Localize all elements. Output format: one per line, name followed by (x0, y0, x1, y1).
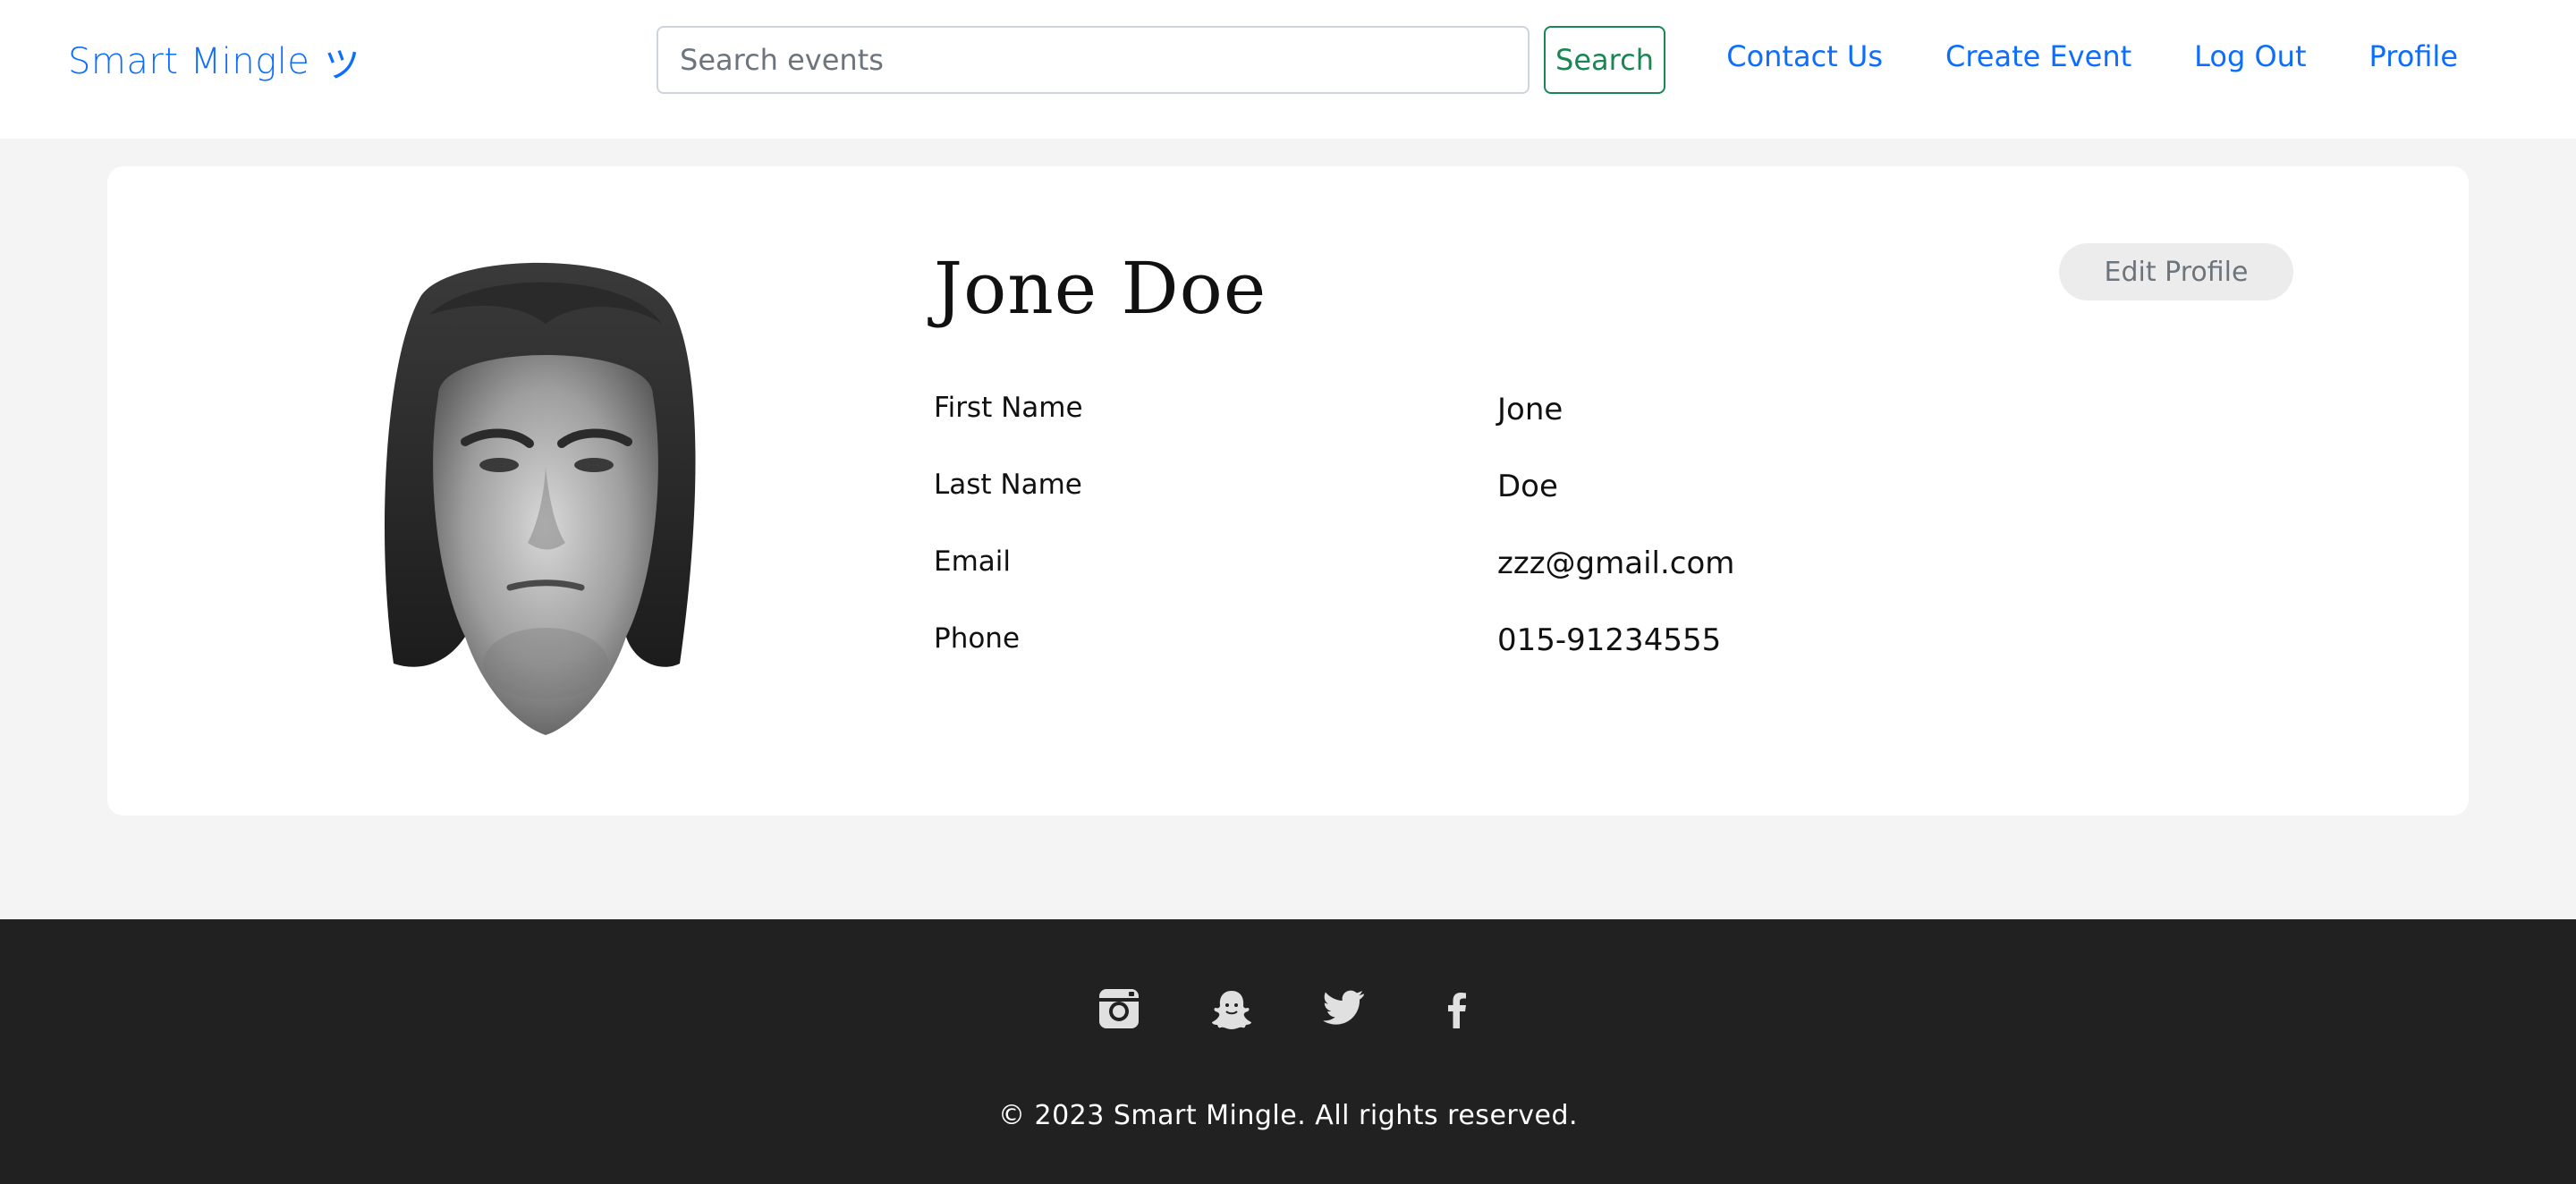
brand-name: Smart Mingle (68, 41, 310, 82)
navbar: Smart Mingle ツ Search Contact Us Create … (0, 0, 2576, 139)
nav-links: Contact Us Create Event Log Out Profile (1726, 39, 2458, 73)
profile-photo (385, 262, 696, 735)
last-name-label: Last Name (934, 469, 1082, 501)
search-input[interactable] (657, 26, 1530, 94)
phone-label: Phone (934, 622, 1021, 655)
search-button[interactable]: Search (1544, 26, 1665, 94)
email-label: Email (934, 545, 1012, 578)
social-links (0, 985, 2576, 1032)
brand-smile-icon: ツ (324, 45, 360, 86)
brand-link[interactable]: Smart Mingle ツ (68, 36, 360, 88)
nav-contact-us[interactable]: Contact Us (1726, 39, 1883, 73)
first-name-label: First Name (934, 392, 1083, 424)
nav-profile[interactable]: Profile (2369, 39, 2459, 73)
edit-profile-button[interactable]: Edit Profile (2059, 243, 2293, 300)
email-value: zzz@gmail.com (1497, 545, 1735, 581)
snapchat-icon[interactable] (1210, 985, 1253, 1032)
profile-name: Jone Doe (934, 247, 1267, 330)
copyright-text: © 2023 Smart Mingle. All rights reserved… (997, 1100, 1579, 1131)
facebook-icon[interactable] (1436, 985, 1479, 1032)
nav-create-event[interactable]: Create Event (1945, 39, 2131, 73)
first-name-value: Jone (1497, 392, 1563, 427)
instagram-icon[interactable] (1097, 985, 1140, 1032)
profile-card: Jone Doe Edit Profile First Name Jone La… (107, 166, 2469, 816)
footer: © 2023 Smart Mingle. All rights reserved… (0, 919, 2576, 1184)
phone-value: 015-91234555 (1497, 622, 1722, 658)
nav-log-out[interactable]: Log Out (2194, 39, 2306, 73)
twitter-icon[interactable] (1323, 985, 1366, 1032)
last-name-value: Doe (1497, 469, 1558, 504)
